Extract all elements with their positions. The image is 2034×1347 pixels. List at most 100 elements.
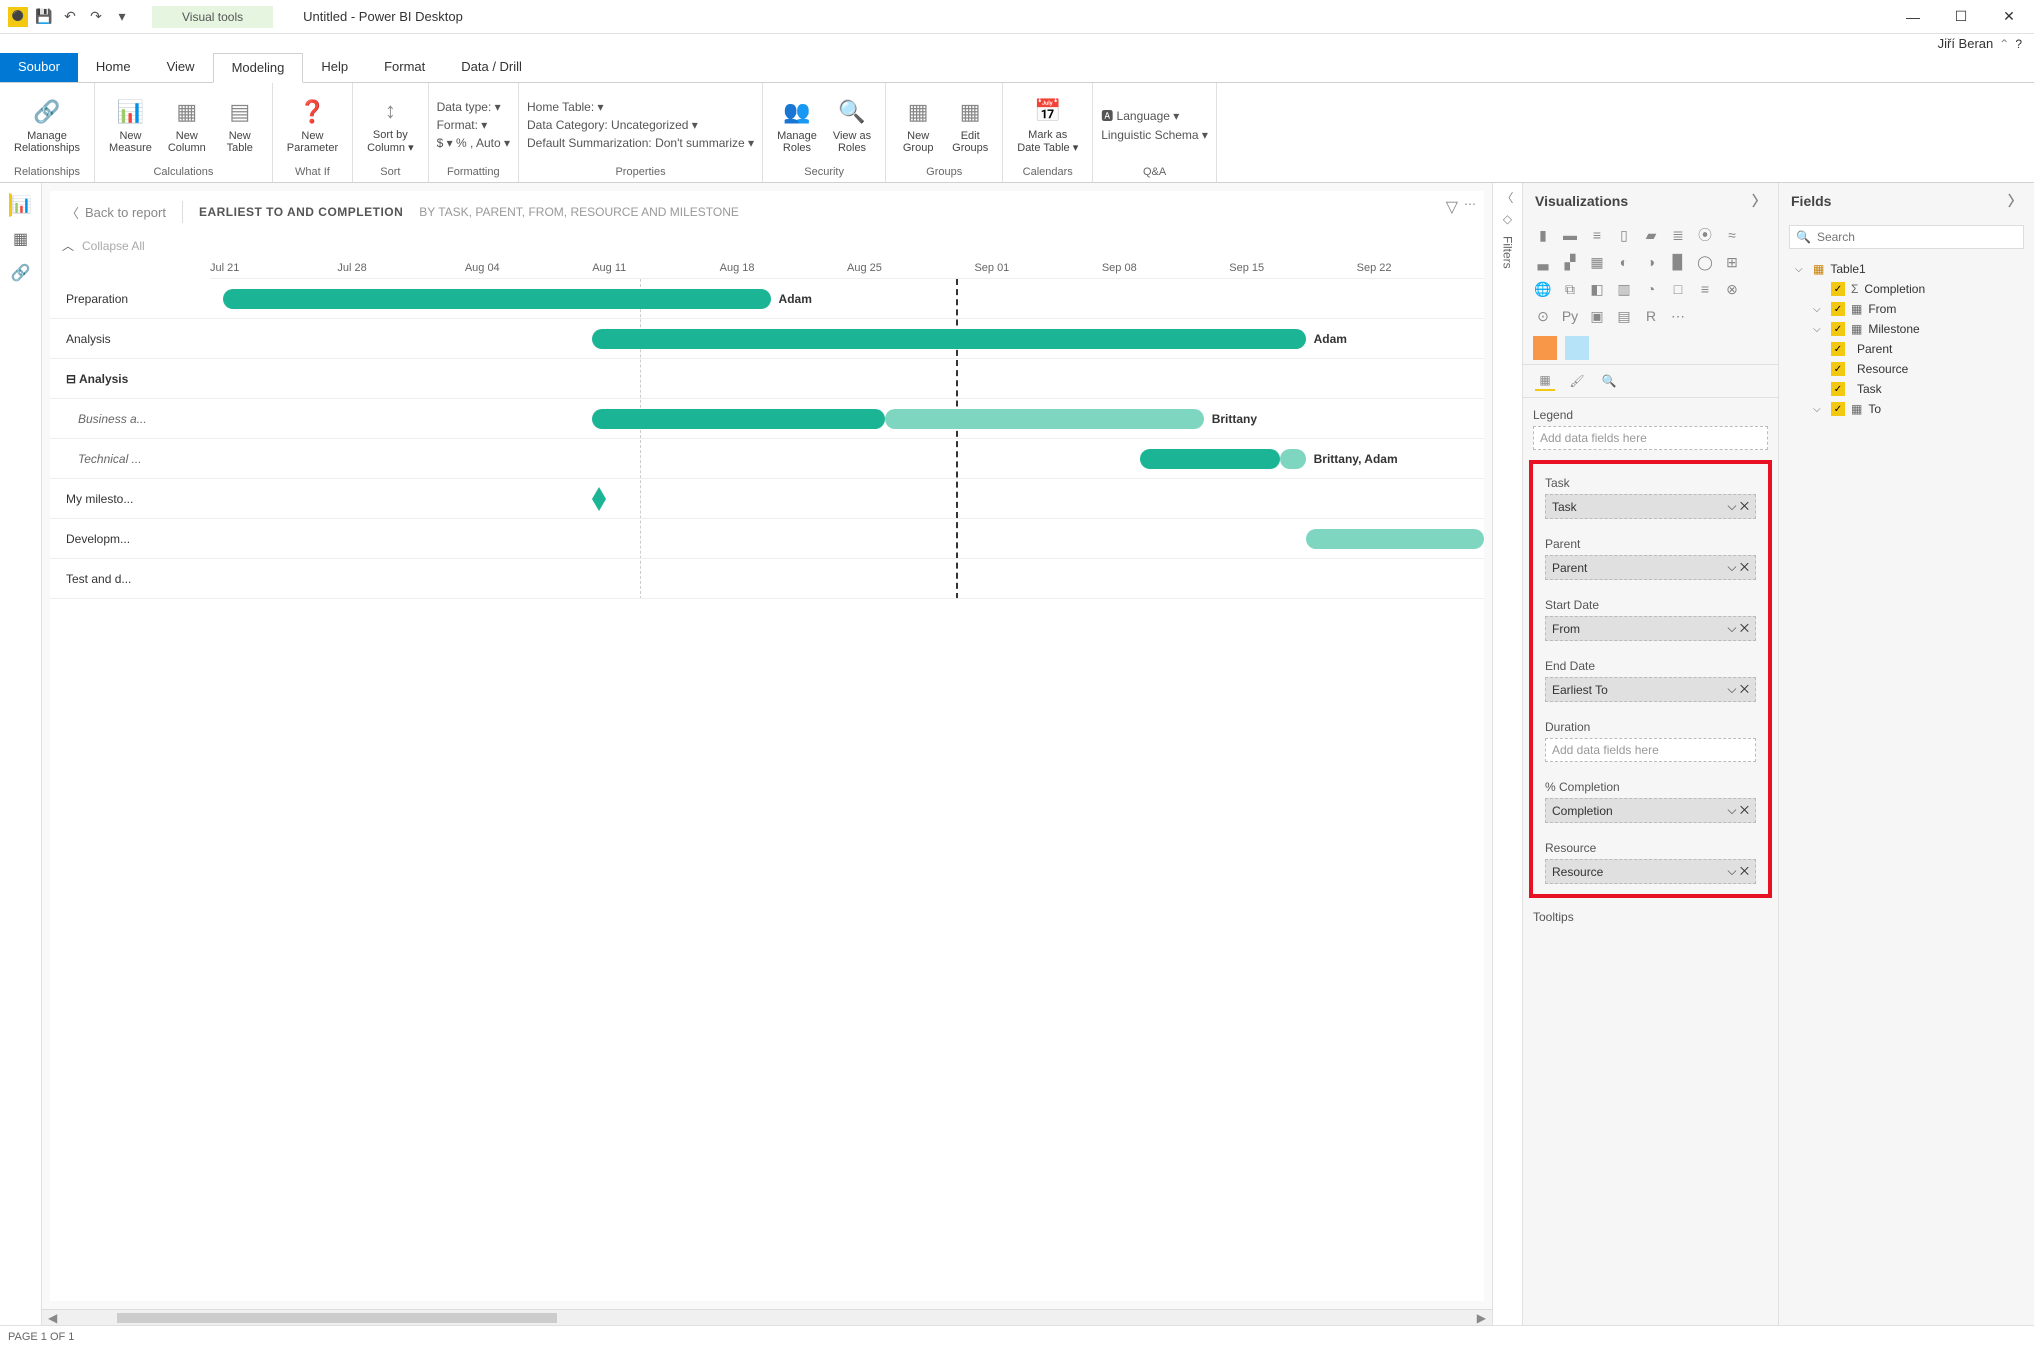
checkbox-icon[interactable]: ✓	[1831, 302, 1845, 316]
bucket-field[interactable]: Add data fields here	[1545, 738, 1756, 762]
milestone-icon[interactable]	[592, 487, 606, 511]
gantt-bar[interactable]: Brittany	[885, 409, 1204, 429]
collapse-icon[interactable]: ⊟	[66, 372, 79, 386]
bucket-field[interactable]: Resource⌵ ✕	[1545, 859, 1756, 884]
data-view-icon[interactable]: ▦	[9, 227, 33, 251]
gantt-bar[interactable]: Adam	[592, 329, 1305, 349]
tab-modeling[interactable]: Modeling	[213, 53, 304, 83]
gantt-row[interactable]: PreparationAdam	[50, 279, 1484, 319]
chevron-down-icon[interactable]: ⌵	[1727, 560, 1736, 574]
viz-type-icon[interactable]: ⋯	[1666, 304, 1690, 328]
viz-type-icon[interactable]: ≡	[1585, 223, 1609, 247]
horizontal-scrollbar[interactable]: ◀ ▶	[42, 1309, 1492, 1325]
qat-dropdown-icon[interactable]: ▾	[112, 7, 132, 27]
viz-type-icon[interactable]: ▞	[1558, 250, 1582, 274]
viz-type-icon[interactable]: ▯	[1612, 223, 1636, 247]
viz-type-icon[interactable]: ▃	[1531, 250, 1555, 274]
viz-type-icon[interactable]: ◐	[1612, 250, 1636, 274]
viz-type-icon[interactable]: □	[1666, 277, 1690, 301]
viz-type-icon[interactable]: ◯	[1693, 250, 1717, 274]
close-icon[interactable]: ✕	[2000, 8, 2018, 26]
format-tab-icon[interactable]: 🖌	[1567, 371, 1587, 391]
gantt-bar[interactable]: Adam	[223, 289, 771, 309]
viz-type-icon[interactable]: ▥	[1612, 277, 1636, 301]
tab-format[interactable]: Format	[366, 53, 443, 82]
viz-type-icon[interactable]: ◑	[1639, 250, 1663, 274]
filter-icon[interactable]: ▽	[1446, 197, 1458, 217]
remove-icon[interactable]: ✕	[1740, 621, 1749, 635]
checkbox-icon[interactable]: ✓	[1831, 402, 1845, 416]
viz-type-icon[interactable]: ≈	[1720, 223, 1744, 247]
chevron-right-icon[interactable]: 〉	[2008, 191, 2022, 211]
field-item[interactable]: ⌵✓▦Milestone	[1807, 319, 2024, 339]
viz-type-icon[interactable]: ⊞	[1720, 250, 1744, 274]
custom-visual-1-icon[interactable]	[1533, 336, 1557, 360]
new-column-button[interactable]: ▦New Column	[162, 92, 212, 158]
number-format-controls[interactable]: $ ▾ % , Auto ▾	[437, 136, 510, 150]
remove-icon[interactable]: ✕	[1740, 864, 1749, 878]
viz-type-icon[interactable]: Py	[1558, 304, 1582, 328]
chevron-down-icon[interactable]: ⌵	[1813, 324, 1825, 335]
tab-help[interactable]: Help	[303, 53, 366, 82]
search-input[interactable]	[1817, 230, 2017, 244]
gantt-bar[interactable]	[1306, 529, 1484, 549]
checkbox-icon[interactable]: ✓	[1831, 322, 1845, 336]
viz-type-icon[interactable]: ▉	[1666, 250, 1690, 274]
chevron-right-icon[interactable]: 〉	[1752, 191, 1766, 211]
manage-roles-button[interactable]: 👥Manage Roles	[771, 92, 823, 158]
gantt-bar[interactable]	[592, 409, 885, 429]
filters-pane-collapsed[interactable]: 〈 ◇ Filters	[1492, 183, 1522, 1325]
more-icon[interactable]: ⋯	[1464, 197, 1476, 217]
field-item[interactable]: ✓Parent	[1807, 339, 2024, 359]
bucket-field[interactable]: Task⌵ ✕	[1545, 494, 1756, 519]
new-measure-button[interactable]: 📊New Measure	[103, 92, 158, 158]
viz-type-icon[interactable]: ▦	[1585, 250, 1609, 274]
chevron-down-icon[interactable]: ⌵	[1727, 621, 1736, 635]
collapse-all-link[interactable]: Collapse All	[82, 239, 145, 253]
scrollbar-thumb[interactable]	[117, 1313, 557, 1323]
viz-type-icon[interactable]: ≡	[1693, 277, 1717, 301]
viz-type-icon[interactable]: 🌐	[1531, 277, 1555, 301]
gantt-row[interactable]: Developm...	[50, 519, 1484, 559]
undo-icon[interactable]: ↶	[60, 7, 80, 27]
data-type-dropdown[interactable]: Data type: ▾	[437, 100, 510, 114]
gantt-row[interactable]: AnalysisAdam	[50, 319, 1484, 359]
table-node[interactable]: ⌵ ▦ Table1	[1789, 259, 2024, 279]
new-group-button[interactable]: ▦New Group	[894, 92, 942, 158]
model-view-icon[interactable]: 🔗	[9, 261, 33, 285]
minimize-icon[interactable]: —	[1904, 8, 1922, 26]
field-item[interactable]: ⌵✓▦From	[1807, 299, 2024, 319]
analytics-tab-icon[interactable]: 🔍	[1599, 371, 1619, 391]
chevron-down-icon[interactable]: ⌵	[1727, 499, 1736, 513]
back-to-report-link[interactable]: 〈 Back to report	[66, 203, 166, 222]
gantt-row[interactable]: ⊟ Analysis	[50, 359, 1484, 399]
edit-groups-button[interactable]: ▦Edit Groups	[946, 92, 994, 158]
report-view-icon[interactable]: 📊	[9, 193, 33, 217]
sort-by-column-button[interactable]: ↕Sort by Column ▾	[361, 91, 419, 158]
gantt-bar[interactable]	[1140, 449, 1280, 469]
tab-view[interactable]: View	[149, 53, 213, 82]
chevron-down-icon[interactable]: ⌵	[1727, 682, 1736, 696]
viz-type-icon[interactable]: ▤	[1612, 304, 1636, 328]
user-chevron-icon[interactable]: ⌃	[1999, 37, 2009, 51]
gantt-row[interactable]: Technical ...Brittany, Adam	[50, 439, 1484, 479]
checkbox-icon[interactable]: ✓	[1831, 382, 1845, 396]
redo-icon[interactable]: ↷	[86, 7, 106, 27]
tab-data-drill[interactable]: Data / Drill	[443, 53, 540, 82]
viz-type-icon[interactable]: ◔	[1639, 277, 1663, 301]
gantt-row[interactable]: Business a...Brittany	[50, 399, 1484, 439]
linguistic-schema-dropdown[interactable]: Linguistic Schema ▾	[1101, 128, 1208, 142]
collapse-chevron-icon[interactable]: ︿	[62, 237, 74, 254]
bucket-field[interactable]: From⌵ ✕	[1545, 616, 1756, 641]
gantt-row[interactable]: Test and d...	[50, 559, 1484, 599]
language-dropdown[interactable]: 🅰 Language ▾	[1101, 107, 1208, 124]
maximize-icon[interactable]: ☐	[1952, 8, 1970, 26]
viz-type-icon[interactable]: ⧉	[1558, 277, 1582, 301]
viz-type-icon[interactable]: ▣	[1585, 304, 1609, 328]
field-item[interactable]: ✓Resource	[1807, 359, 2024, 379]
summarization-dropdown[interactable]: Default Summarization: Don't summarize ▾	[527, 136, 754, 150]
new-parameter-button[interactable]: ❓New Parameter	[281, 92, 344, 158]
gantt-bar[interactable]: Brittany, Adam	[1280, 449, 1305, 469]
tab-home[interactable]: Home	[78, 53, 149, 82]
new-table-button[interactable]: ▤New Table	[216, 92, 264, 158]
